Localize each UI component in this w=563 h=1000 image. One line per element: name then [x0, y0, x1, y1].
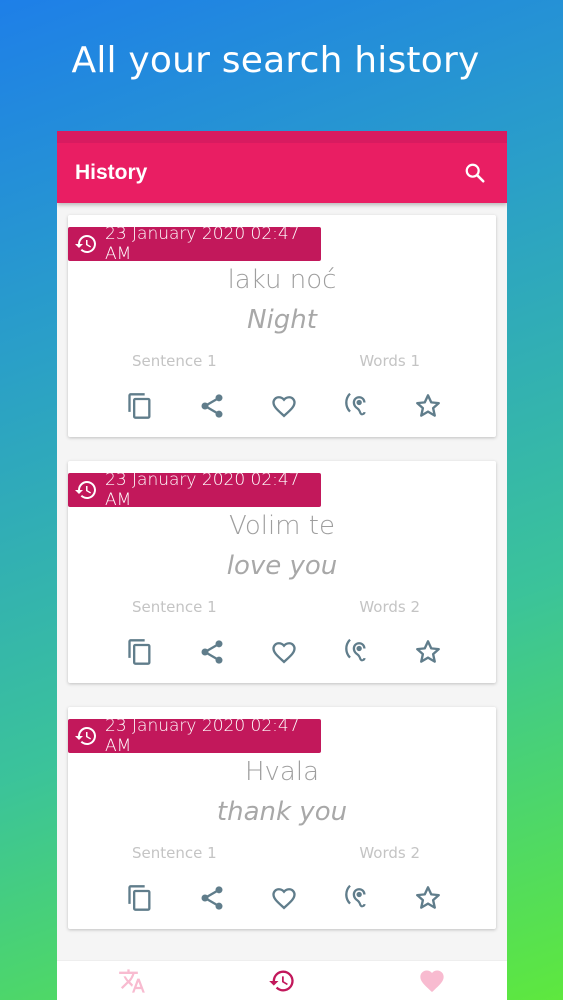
star-icon[interactable] — [412, 390, 444, 422]
date-text: 23 January 2020 02:47 AM — [105, 716, 300, 756]
word-count: Words 2 — [359, 598, 420, 616]
history-icon — [74, 478, 98, 502]
history-card[interactable]: 23 January 2020 02:47 AM Volim te love y… — [68, 461, 496, 683]
app-bar: History — [57, 143, 507, 203]
date-badge: 23 January 2020 02:47 AM — [68, 470, 321, 510]
hearing-icon[interactable] — [340, 882, 372, 914]
status-bar — [57, 131, 507, 143]
source-word: laku noć — [227, 265, 337, 295]
search-icon[interactable] — [461, 159, 489, 187]
history-card[interactable]: 23 January 2020 02:47 AM laku noć Night … — [68, 215, 496, 437]
card-actions — [124, 882, 444, 914]
word-count: Words 2 — [359, 844, 420, 862]
copy-icon[interactable] — [124, 882, 156, 914]
sentence-count: Sentence 1 — [132, 352, 217, 370]
translate-icon[interactable] — [114, 966, 150, 996]
translated-word: love you — [226, 551, 338, 581]
history-list: 23 January 2020 02:47 AM laku noć Night … — [68, 215, 496, 953]
phone-screen: History 23 January 2020 02:47 AM laku no… — [57, 131, 507, 1000]
translated-word: thank you — [216, 797, 348, 827]
history-icon — [74, 232, 98, 256]
translated-word: Night — [247, 305, 317, 335]
promo-title: All your search history — [71, 40, 480, 81]
history-icon[interactable] — [264, 966, 300, 996]
sentence-count: Sentence 1 — [132, 844, 217, 862]
history-icon — [74, 724, 98, 748]
card-actions — [124, 390, 444, 422]
heart-icon[interactable] — [268, 882, 300, 914]
date-text: 23 January 2020 02:47 AM — [105, 470, 300, 510]
hearing-icon[interactable] — [340, 636, 372, 668]
heart-icon[interactable] — [268, 636, 300, 668]
copy-icon[interactable] — [124, 636, 156, 668]
star-icon[interactable] — [412, 636, 444, 668]
date-text: 23 January 2020 02:47 AM — [105, 224, 300, 264]
sentence-count: Sentence 1 — [132, 598, 217, 616]
card-actions — [124, 636, 444, 668]
hearing-icon[interactable] — [340, 390, 372, 422]
page-title: History — [75, 161, 148, 184]
date-badge: 23 January 2020 02:47 AM — [68, 224, 321, 264]
share-icon[interactable] — [196, 636, 228, 668]
source-word: Hvala — [244, 757, 320, 787]
heart-icon[interactable] — [414, 966, 450, 996]
share-icon[interactable] — [196, 882, 228, 914]
copy-icon[interactable] — [124, 390, 156, 422]
source-word: Volim te — [229, 511, 335, 541]
word-count: Words 1 — [359, 352, 420, 370]
share-icon[interactable] — [196, 390, 228, 422]
date-badge: 23 January 2020 02:47 AM — [68, 716, 321, 756]
history-card[interactable]: 23 January 2020 02:47 AM Hvala thank you… — [68, 707, 496, 929]
heart-icon[interactable] — [268, 390, 300, 422]
bottom-nav — [57, 960, 507, 1000]
star-icon[interactable] — [412, 882, 444, 914]
